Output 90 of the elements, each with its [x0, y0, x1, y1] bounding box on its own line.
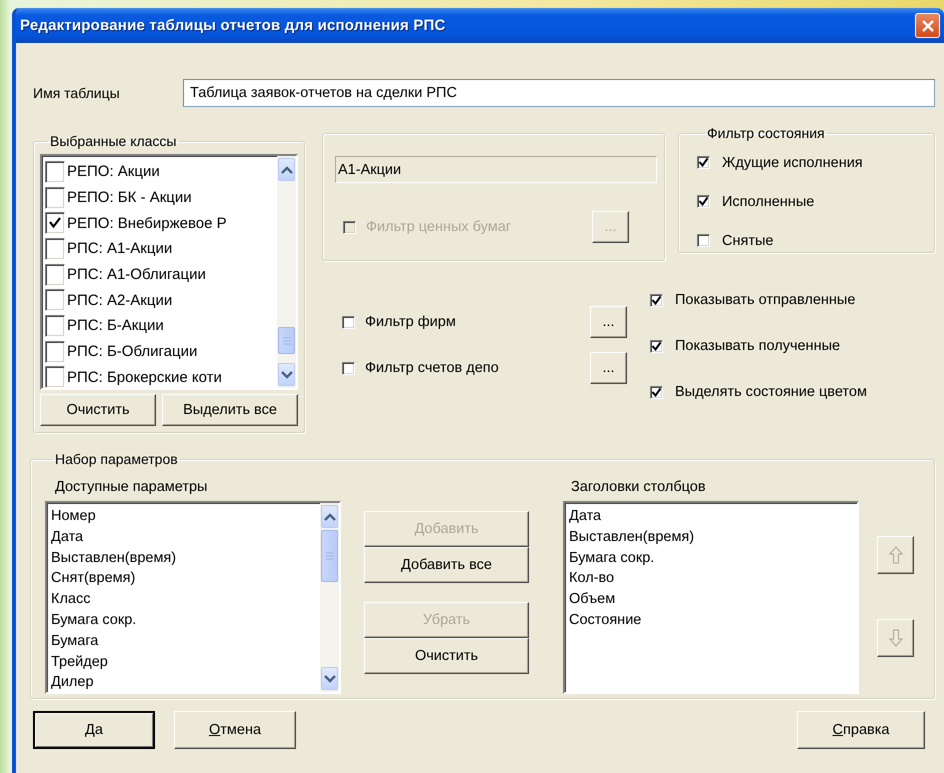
- parameter-item[interactable]: Дата: [51, 526, 320, 548]
- parameter-item[interactable]: Бумага сокр.: [51, 610, 320, 631]
- checkbox-label: Фильтр счетов депо: [365, 360, 499, 376]
- checkbox[interactable]: [650, 340, 663, 352]
- caret-down-icon: [280, 370, 292, 378]
- checkbox-label: Ждущие исполнения: [722, 154, 863, 170]
- parameter-item[interactable]: Класс: [51, 589, 320, 610]
- group-title: Набор параметров: [54, 451, 179, 467]
- window-title: Редактирование таблицы отчетов для исполнения РПС: [20, 17, 446, 34]
- checkbox[interactable]: [45, 314, 65, 337]
- checkbox[interactable]: [697, 234, 710, 247]
- column-item[interactable]: Бумага сокр.: [569, 548, 857, 568]
- checkbox[interactable]: [45, 160, 65, 183]
- browse-button[interactable]: ...: [590, 352, 627, 384]
- parameter-button[interactable]: Очистить: [364, 638, 529, 674]
- checkbox[interactable]: [650, 386, 663, 398]
- checkbox[interactable]: [45, 186, 65, 209]
- scroll-up-button[interactable]: [278, 158, 295, 181]
- checkbox[interactable]: [342, 362, 355, 374]
- table-name-label: Имя таблицы: [33, 85, 121, 101]
- class-field[interactable]: А1-Акции: [335, 156, 657, 183]
- checkbox-label: Снятые: [722, 232, 774, 248]
- parameter-button[interactable]: Добавить все: [364, 547, 529, 583]
- group-title: Выбранные классы: [49, 133, 178, 149]
- checkbox-label: Фильтр ценных бумаг: [366, 219, 512, 235]
- column-item[interactable]: Выставлен(время): [569, 526, 857, 548]
- checkbox[interactable]: [697, 156, 710, 169]
- checkbox[interactable]: [697, 195, 710, 208]
- list-button[interactable]: Выделить все: [162, 394, 298, 426]
- class-item[interactable]: РЕПО: Акции: [67, 163, 160, 180]
- class-item[interactable]: РПС: Б-Акции: [67, 317, 164, 334]
- check-icon: [651, 340, 662, 352]
- class-item[interactable]: РЕПО: Внебиржевое Р: [67, 214, 227, 232]
- checkbox[interactable]: [342, 316, 355, 328]
- class-item[interactable]: РЕПО: БК - Акции: [67, 189, 192, 206]
- dialog-button[interactable]: Справка: [797, 711, 925, 749]
- dialog-button[interactable]: Да: [33, 711, 155, 749]
- list-label: Заголовки столбцов: [570, 479, 707, 495]
- browse-button[interactable]: ...: [590, 306, 627, 338]
- checkbox-label: Выделять состояние цветом: [675, 384, 867, 400]
- arrow-down-icon: [888, 628, 904, 648]
- class-item[interactable]: РПС: Б-Облигации: [67, 343, 198, 360]
- class-item[interactable]: РПС: Брокерские коти: [67, 368, 222, 386]
- close-icon: [920, 18, 936, 34]
- checkbox[interactable]: [45, 366, 65, 388]
- class-item[interactable]: РПС: А1-Облигации: [67, 266, 206, 284]
- caret-down-icon: [324, 674, 336, 682]
- parameter-item[interactable]: Трейдер: [51, 652, 320, 672]
- checkbox[interactable]: [45, 289, 65, 312]
- checkbox-label: Показывать отправленные: [675, 292, 856, 308]
- checkbox[interactable]: [45, 264, 65, 286]
- check-icon: [651, 386, 662, 398]
- column-item[interactable]: Дата: [569, 506, 857, 527]
- scroll-up-button[interactable]: [321, 505, 338, 528]
- check-icon: [698, 196, 709, 207]
- column-item[interactable]: Состояние: [569, 610, 857, 631]
- checkbox[interactable]: [45, 238, 65, 260]
- dialog-button[interactable]: Отмена: [174, 711, 296, 749]
- scroll-down-button[interactable]: [321, 667, 338, 690]
- check-icon: [698, 157, 709, 168]
- list-label: Доступные параметры: [54, 479, 208, 495]
- class-item[interactable]: РПС: А2-Акции: [67, 292, 172, 309]
- parameter-item[interactable]: Снят(время): [51, 568, 320, 590]
- group-title: Фильтр состояния: [706, 125, 826, 141]
- checkbox[interactable]: [650, 294, 663, 306]
- list-button[interactable]: Очистить: [40, 394, 156, 426]
- class-item[interactable]: РПС: А1-Акции: [67, 240, 172, 258]
- parameter-item[interactable]: Номер: [51, 506, 320, 527]
- table-name-field[interactable]: Таблица заявок-отчетов на сделки РПС: [183, 79, 935, 107]
- scroll-thumb[interactable]: [321, 530, 338, 582]
- parameter-item[interactable]: Дилер: [51, 672, 320, 692]
- grip-icon: [282, 336, 292, 344]
- close-button[interactable]: [915, 13, 940, 38]
- checkbox-label: Фильтр фирм: [365, 314, 456, 330]
- check-icon: [48, 216, 62, 230]
- scroll-thumb[interactable]: [278, 327, 295, 354]
- parameter-item[interactable]: Выставлен(время): [51, 548, 320, 568]
- arrow-up-icon: [888, 545, 904, 565]
- parameter-item[interactable]: Бумага: [51, 630, 320, 652]
- column-item[interactable]: Объем: [569, 589, 857, 610]
- caret-up-icon: [324, 512, 336, 520]
- checkbox[interactable]: [45, 212, 65, 234]
- grip-icon: [324, 552, 334, 560]
- check-icon: [651, 294, 662, 306]
- checkbox-label: Исполненные: [722, 194, 814, 210]
- checkbox-label: Показывать полученные: [675, 338, 840, 354]
- caret-up-icon: [280, 166, 292, 174]
- column-item[interactable]: Кол-во: [569, 568, 857, 590]
- scroll-down-button[interactable]: [278, 363, 295, 386]
- checkbox[interactable]: [45, 340, 65, 363]
